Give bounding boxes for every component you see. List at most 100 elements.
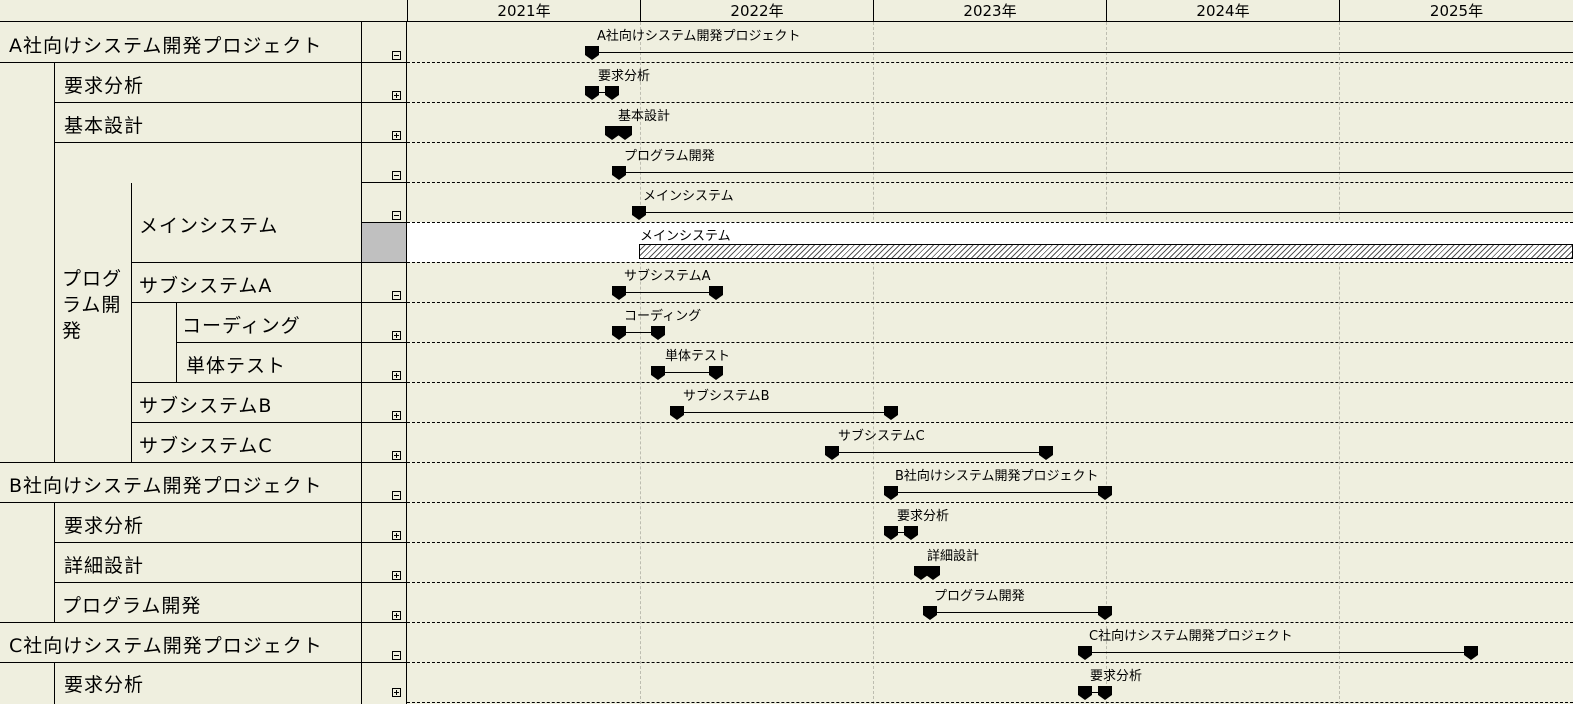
expand-icon[interactable] [392, 531, 401, 540]
expand-icon[interactable] [392, 91, 401, 100]
end-marker-icon[interactable] [1098, 606, 1112, 620]
header-blank [0, 0, 407, 22]
start-marker-icon[interactable] [884, 526, 898, 540]
start-marker-icon[interactable] [612, 326, 626, 340]
bar-label-b-prog: プログラム開発 [934, 589, 1025, 604]
row-separator [407, 222, 1573, 223]
bar-label-a-coding: コーディング [624, 309, 702, 324]
bar-a-main[interactable] [639, 212, 1573, 213]
bar-b-prog[interactable] [930, 612, 1105, 613]
tree-indent-a [0, 63, 54, 463]
start-marker-icon[interactable] [612, 286, 626, 300]
tree-node-a-prog[interactable] [54, 143, 361, 183]
row-separator [407, 302, 1573, 303]
row-separator [407, 662, 1573, 663]
expand-icon[interactable] [392, 411, 401, 420]
bar-label-a-unit: 単体テスト [665, 349, 731, 364]
start-marker-icon[interactable] [612, 166, 626, 180]
bar-a-subB[interactable] [677, 412, 891, 413]
start-marker-icon[interactable] [632, 206, 646, 220]
end-marker-icon[interactable] [605, 86, 619, 100]
bar-label-b-project: B社向けシステム開発プロジェクト [895, 469, 1099, 484]
bar-b-project[interactable] [891, 492, 1105, 493]
row-separator [407, 142, 1573, 143]
row-separator [407, 502, 1573, 503]
row-separator [407, 542, 1573, 543]
end-marker-icon[interactable] [1039, 446, 1053, 460]
start-marker-icon[interactable] [825, 446, 839, 460]
tree-label-a-subA: サブシステムA [139, 275, 273, 297]
collapse-icon[interactable] [392, 491, 401, 500]
end-marker-icon[interactable] [709, 366, 723, 380]
row-separator [407, 702, 1573, 703]
bar-label-a-subA: サブシステムA [624, 269, 711, 284]
year-header-2025: 2025年 [1339, 0, 1573, 22]
tree-label-a-unit: 単体テスト [186, 355, 287, 377]
bar-label-a-subC: サブシステムC [838, 429, 925, 444]
collapse-icon[interactable] [392, 171, 401, 180]
bar-label-c-project: C社向けシステム開発プロジェクト [1089, 629, 1293, 644]
bar-label-a-prog: プログラム開発 [624, 149, 715, 164]
bar-label-a-basic: 基本設計 [618, 109, 671, 124]
end-marker-icon[interactable] [904, 526, 918, 540]
year-gridline [873, 22, 874, 704]
start-marker-icon[interactable] [1078, 686, 1092, 700]
expand-icon[interactable] [392, 451, 401, 460]
row-separator [407, 622, 1573, 623]
row-separator [407, 102, 1573, 103]
start-marker-icon[interactable] [585, 46, 599, 60]
expand-icon[interactable] [392, 571, 401, 580]
tree-toggle-cell [361, 663, 406, 704]
row-separator [407, 342, 1573, 343]
edit-row-marker [361, 223, 406, 263]
bar-a-subC[interactable] [832, 452, 1046, 453]
end-marker-icon[interactable] [1098, 686, 1112, 700]
start-marker-icon[interactable] [585, 86, 599, 100]
expand-icon[interactable] [392, 331, 401, 340]
end-marker-icon[interactable] [1464, 646, 1478, 660]
expand-icon[interactable] [392, 131, 401, 140]
end-marker-icon[interactable] [651, 326, 665, 340]
bar-label-b-detail: 詳細設計 [927, 549, 980, 564]
tree-label-a-prog: プログラム開発 [62, 268, 123, 342]
bar-a-unit[interactable] [658, 372, 716, 373]
collapse-icon[interactable] [392, 651, 401, 660]
bar-label-b-req: 要求分析 [897, 509, 950, 524]
tree-panel-border [406, 22, 407, 704]
end-marker-icon[interactable] [618, 126, 632, 140]
bar-label-a-req: 要求分析 [598, 69, 651, 84]
start-marker-icon[interactable] [884, 486, 898, 500]
row-separator [407, 62, 1573, 63]
start-marker-icon[interactable] [605, 126, 619, 140]
collapse-icon[interactable] [392, 291, 401, 300]
tree-label-a-coding: コーディング [182, 315, 301, 337]
start-marker-icon[interactable] [670, 406, 684, 420]
bar-a-main-edit[interactable] [639, 244, 1573, 259]
collapse-icon[interactable] [392, 211, 401, 220]
end-marker-icon[interactable] [926, 566, 940, 580]
bar-label-a-subB: サブシステムB [683, 389, 770, 404]
tree-indent-a-subA [131, 303, 176, 383]
expand-icon[interactable] [392, 371, 401, 380]
start-marker-icon[interactable] [651, 366, 665, 380]
collapse-icon[interactable] [392, 51, 401, 60]
end-marker-icon[interactable] [884, 406, 898, 420]
tree-label-b-detail: 詳細設計 [64, 555, 145, 577]
expand-icon[interactable] [392, 688, 401, 697]
expand-icon[interactable] [392, 611, 401, 620]
bar-a-prog[interactable] [619, 172, 1573, 173]
tree-label-a-subB: サブシステムB [139, 395, 273, 417]
start-marker-icon[interactable] [923, 606, 937, 620]
tree-indent-c [0, 663, 54, 704]
tree-label-b-project: B社向けシステム開発プロジェクト [9, 475, 323, 497]
bar-a-project[interactable] [592, 52, 1573, 53]
bar-c-project[interactable] [1085, 652, 1471, 653]
end-marker-icon[interactable] [1098, 486, 1112, 500]
bar-a-subA[interactable] [619, 292, 716, 293]
end-marker-icon[interactable] [709, 286, 723, 300]
start-marker-icon[interactable] [1078, 646, 1092, 660]
year-header-2022: 2022年 [640, 0, 873, 22]
tree-label-b-req: 要求分析 [64, 515, 145, 537]
year-header-2023: 2023年 [873, 0, 1106, 22]
row-separator [407, 382, 1573, 383]
